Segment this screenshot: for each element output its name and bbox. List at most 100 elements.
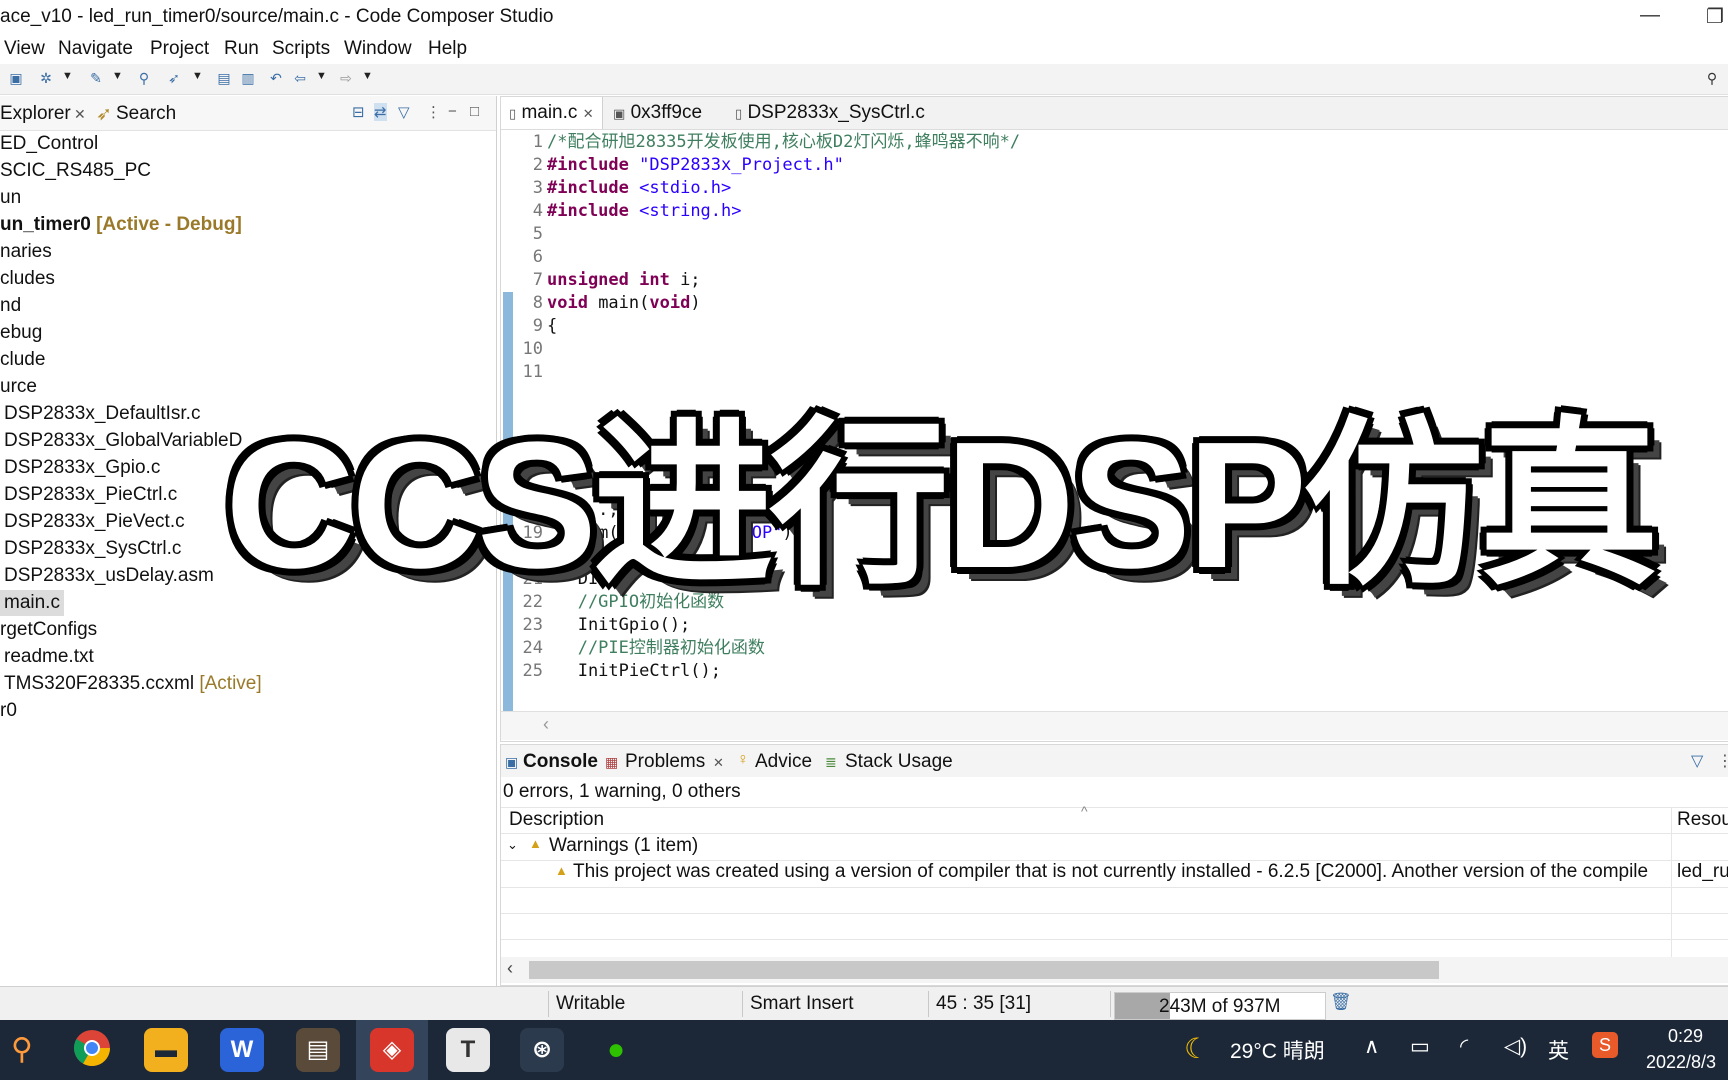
heap-status[interactable]: 243M of 937M — [1114, 992, 1326, 1020]
close-icon[interactable]: ✕ — [74, 106, 86, 123]
view-menu-icon[interactable]: ⋮ — [1717, 751, 1728, 771]
wifi-icon[interactable]: ◜ — [1460, 1034, 1468, 1059]
forward-icon[interactable]: ⇨ — [338, 70, 354, 86]
typora-icon[interactable]: T — [446, 1028, 490, 1072]
tree-item[interactable]: clude — [0, 347, 45, 373]
chevron-down-icon[interactable]: ⌄ — [507, 837, 518, 853]
tree-item-file[interactable]: DSP2833x_SysCtrl.c — [4, 536, 181, 562]
search-icon[interactable]: ⚲ — [136, 70, 152, 86]
tab-sysctrl[interactable]: ▯ DSP2833x_SysCtrl.c — [727, 97, 933, 129]
menu-project[interactable]: Project — [150, 38, 209, 60]
tab-search[interactable]: Search — [116, 103, 176, 125]
restore-button[interactable]: ❐ — [1706, 4, 1724, 29]
column-description[interactable]: Description — [509, 809, 604, 831]
open-file-icon[interactable]: ▤ — [216, 70, 232, 86]
tree-item[interactable]: SCIC_RS485_PC — [0, 158, 151, 184]
tab-stack-usage[interactable]: Stack Usage — [845, 751, 953, 773]
debug-icon[interactable]: ✲ — [38, 70, 54, 86]
close-icon[interactable]: ✕ — [713, 755, 724, 771]
tree-item[interactable]: ED_Control — [0, 131, 98, 157]
chrome-icon[interactable] — [70, 1028, 114, 1072]
wechat-icon[interactable]: ● — [594, 1028, 638, 1072]
tree-item-file[interactable]: DSP2833x_usDelay.asm — [4, 563, 214, 589]
chevron-down-icon[interactable]: ▼ — [62, 70, 73, 82]
tree-item[interactable]: cludes — [0, 266, 55, 292]
close-icon[interactable]: ✕ — [583, 106, 594, 121]
tab-explorer[interactable]: Explorer — [0, 103, 71, 125]
lightbulb-icon: ♀ — [737, 751, 749, 768]
tree-item[interactable]: r0 — [0, 698, 17, 724]
tree-item[interactable]: ebug — [0, 320, 42, 346]
view-menu-icon[interactable]: ⋮ — [426, 103, 441, 121]
menu-view[interactable]: View — [4, 38, 45, 60]
tree-item-file[interactable]: DSP2833x_PieCtrl.c — [4, 482, 177, 508]
tree-item-file[interactable]: DSP2833x_DefaultIsr.c — [4, 401, 200, 427]
tree-item[interactable]: urce — [0, 374, 37, 400]
ccs-app-icon[interactable]: ◈ — [370, 1028, 414, 1072]
tree-item[interactable]: nd — [0, 293, 21, 319]
chevron-down-icon[interactable]: ▼ — [316, 70, 327, 82]
warnings-group[interactable]: Warnings (1 item) — [549, 835, 698, 857]
weather-status[interactable]: 29°C 晴朗 — [1230, 1035, 1325, 1065]
column-resource[interactable]: Resou — [1677, 809, 1728, 831]
chevron-up-icon[interactable]: ∧ — [1364, 1034, 1379, 1059]
terminal-icon[interactable]: ▣ — [8, 70, 24, 86]
sogou-icon[interactable]: S — [1592, 1032, 1618, 1058]
menu-window[interactable]: Window — [344, 38, 412, 60]
scroll-left-icon[interactable]: ‹ — [507, 958, 513, 979]
input-language[interactable]: 英 — [1548, 1035, 1569, 1065]
minimize-button[interactable]: — — [1640, 4, 1660, 27]
clock-time[interactable]: 0:29 — [1668, 1026, 1703, 1047]
editor-tabs: ▯ main.c ✕ ▣ 0x3ff9ce ▯ DSP2833x_SysCtrl… — [501, 97, 1728, 130]
tab-main-c[interactable]: ▯ main.c ✕ — [501, 97, 603, 129]
tree-item-file[interactable]: DSP2833x_PieVect.c — [4, 509, 185, 535]
maximize-view-icon[interactable]: □ — [470, 103, 479, 120]
scrollbar-thumb[interactable] — [529, 961, 1439, 979]
tree-item-file[interactable]: DSP2833x_Gpio.c — [4, 455, 160, 481]
quick-search-icon[interactable]: ⚲ — [1704, 70, 1720, 86]
tree-item[interactable]: un — [0, 185, 21, 211]
menu-help[interactable]: Help — [428, 38, 467, 60]
file-explorer-icon[interactable]: ▬ — [144, 1028, 188, 1072]
tree-item-file[interactable]: TMS320F28335.ccxml [Active] — [4, 671, 262, 697]
menu-run[interactable]: Run — [224, 38, 259, 60]
tree-item-file[interactable]: readme.txt — [4, 644, 94, 670]
clock-date[interactable]: 2022/8/3 — [1646, 1052, 1716, 1073]
tree-item-active-project[interactable]: un_timer0 [Active - Debug] — [0, 212, 242, 238]
task-icon[interactable]: ▥ — [240, 70, 256, 86]
tab-problems[interactable]: Problems — [625, 751, 705, 773]
problems-horizontal-scrollbar[interactable]: ‹ — [501, 957, 1728, 983]
minimize-view-icon[interactable]: − — [448, 103, 457, 120]
garbage-collect-icon[interactable]: 🗑 — [1330, 992, 1352, 1012]
notes-icon[interactable]: ▤ — [296, 1028, 340, 1072]
tree-item-main-c[interactable]: main.c — [0, 590, 64, 616]
chevron-down-icon[interactable]: ▼ — [192, 70, 203, 82]
build-icon[interactable]: ✎ — [88, 70, 104, 86]
table-row[interactable]: ▲ This project was created using a versi… — [501, 861, 1671, 887]
scroll-left-icon[interactable]: ‹ — [543, 714, 549, 735]
tab-console[interactable]: Console — [523, 751, 598, 773]
last-edit-icon[interactable]: ↶ — [268, 70, 284, 86]
menu-scripts[interactable]: Scripts — [272, 38, 330, 60]
chevron-down-icon[interactable]: ▼ — [112, 70, 123, 82]
tab-disassembly[interactable]: ▣ 0x3ff9ce — [605, 97, 710, 129]
tab-advice[interactable]: Advice — [755, 751, 812, 773]
editor-horizontal-scrollbar[interactable]: ‹ — [501, 711, 1728, 740]
chevron-down-icon[interactable]: ▼ — [362, 70, 373, 82]
collapse-all-icon[interactable]: ⊟ — [352, 103, 365, 121]
insert-mode-status: Smart Insert — [750, 993, 854, 1014]
volume-icon[interactable]: ◁) — [1504, 1034, 1527, 1059]
search-icon[interactable]: ⚲ — [0, 1028, 44, 1072]
back-icon[interactable]: ⇦ — [292, 70, 308, 86]
tree-item[interactable]: rgetConfigs — [0, 617, 97, 643]
battery-icon[interactable]: ▭ — [1410, 1034, 1430, 1059]
tree-item[interactable]: naries — [0, 239, 52, 265]
link-editor-icon[interactable]: ⇄ — [374, 103, 387, 121]
menu-navigate[interactable]: Navigate — [58, 38, 133, 60]
flash-icon[interactable]: ➶ — [166, 70, 182, 86]
filter-icon[interactable]: ▽ — [1691, 751, 1703, 771]
tree-item-file[interactable]: DSP2833x_GlobalVariableD — [4, 428, 242, 454]
recorder-icon[interactable]: ⊛ — [520, 1028, 564, 1072]
word-icon[interactable]: W — [220, 1028, 264, 1072]
filter-icon[interactable]: ▽ — [398, 103, 410, 121]
